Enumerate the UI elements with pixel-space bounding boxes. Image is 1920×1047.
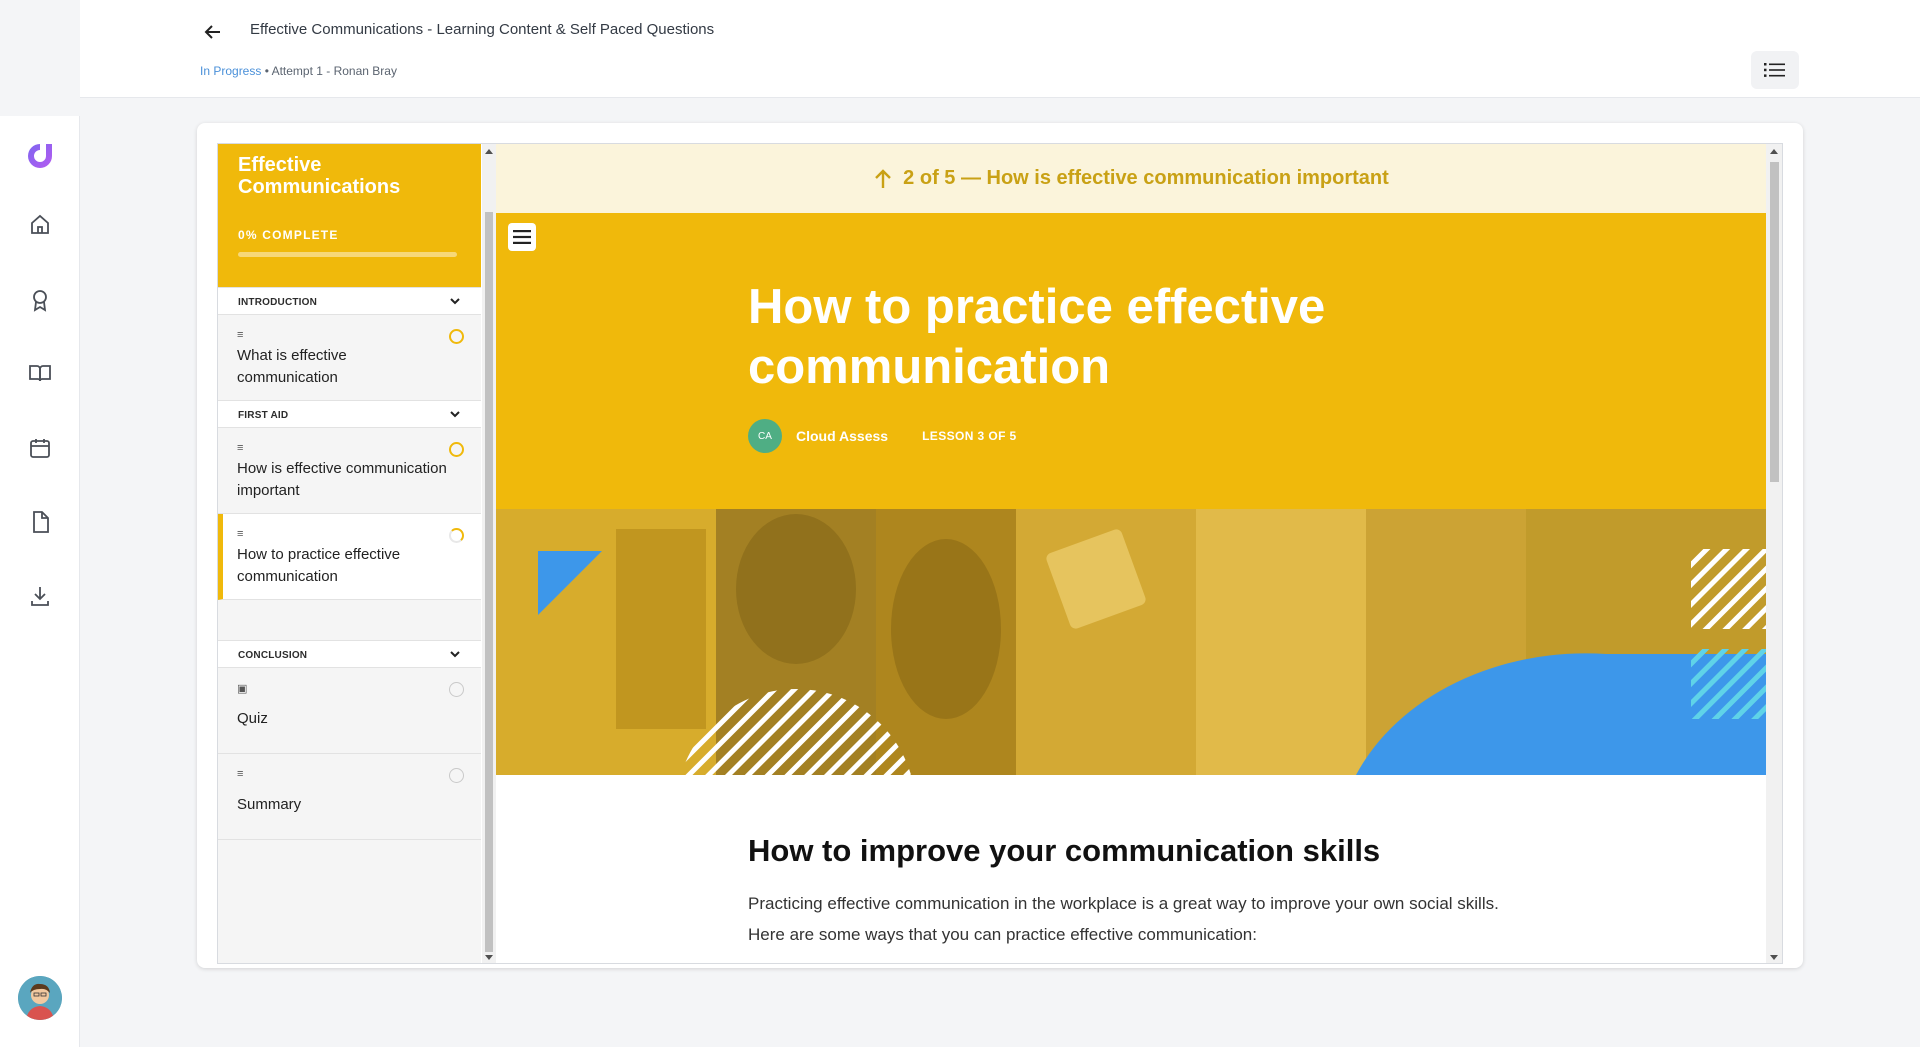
lesson-title: How is effective communication important: [237, 460, 447, 499]
chevron-down-icon: [450, 651, 460, 658]
in-progress-icon: [449, 442, 464, 457]
previous-lesson-link[interactable]: 2 of 5 — How is effective communication …: [496, 144, 1766, 213]
course-frame: Effective Communications 0% COMPLETE INT…: [217, 143, 1783, 964]
calendar-icon[interactable]: [25, 433, 55, 463]
content-scrollbar[interactable]: [1766, 144, 1782, 963]
course-sidebar: Effective Communications 0% COMPLETE INT…: [218, 144, 481, 963]
lesson-banner-image: [496, 509, 1766, 775]
text-lesson-icon: ≡: [237, 528, 244, 540]
progress-label: 0% COMPLETE: [238, 228, 339, 242]
user-avatar[interactable]: [18, 976, 62, 1020]
lesson-item-active[interactable]: ≡ How to practice effective communicatio…: [218, 514, 481, 600]
lesson-item[interactable]: ≡ How is effective communication importa…: [218, 428, 481, 514]
back-button[interactable]: [198, 17, 228, 47]
arrow-up-icon: [875, 168, 892, 188]
text-lesson-icon: ≡: [237, 442, 244, 454]
section-conclusion[interactable]: CONCLUSION: [218, 640, 481, 668]
quiz-icon: ▣: [237, 683, 248, 695]
top-header: Effective Communications - Learning Cont…: [80, 0, 1920, 98]
author-avatar: CA: [748, 419, 782, 453]
home-icon[interactable]: [25, 210, 55, 240]
attempt-info: • Attempt 1 - Ronan Bray: [261, 64, 397, 78]
lesson-content: 2 of 5 — How is effective communication …: [496, 144, 1766, 963]
in-progress-icon: [449, 329, 464, 344]
arrow-left-icon: [204, 25, 220, 39]
status-label: In Progress: [200, 64, 262, 78]
course-title: Effective Communications: [238, 154, 401, 198]
book-icon[interactable]: [25, 358, 55, 388]
scroll-down-icon[interactable]: [1770, 955, 1778, 960]
award-icon[interactable]: [25, 285, 55, 315]
chevron-down-icon: [450, 298, 460, 305]
lesson-item[interactable]: ▣ Quiz: [218, 668, 481, 754]
author-name: Cloud Assess: [796, 428, 889, 444]
sidebar-scroll-thumb[interactable]: [485, 212, 493, 952]
text-lesson-icon: ≡: [237, 329, 244, 341]
logo-icon[interactable]: [22, 138, 58, 174]
chevron-down-icon: [450, 411, 460, 418]
scroll-up-icon[interactable]: [1770, 149, 1778, 154]
scroll-up-icon[interactable]: [485, 149, 493, 154]
in-progress-icon: [449, 528, 464, 543]
lesson-title: Quiz: [237, 710, 268, 727]
page-title: Effective Communications - Learning Cont…: [250, 21, 715, 38]
section-paragraph: Practicing effective communication in th…: [748, 894, 1499, 944]
menu-toggle-button[interactable]: [508, 223, 536, 251]
text-lesson-icon: ≡: [237, 768, 244, 780]
lesson-heading: How to practice effective communication: [748, 280, 1326, 394]
lesson-title: Summary: [237, 796, 302, 813]
lesson-counter: LESSON 3 OF 5: [922, 429, 1017, 443]
outline-menu-button[interactable]: [1751, 51, 1799, 89]
section-label: INTRODUCTION: [238, 297, 318, 308]
not-started-icon: [449, 682, 464, 697]
course-header: Effective Communications 0% COMPLETE: [218, 144, 481, 287]
previous-lesson-label: 2 of 5 — How is effective communication …: [903, 167, 1389, 189]
list-icon: [1764, 63, 1785, 77]
content-card: Effective Communications 0% COMPLETE INT…: [197, 123, 1803, 968]
lesson-item[interactable]: ≡ Summary: [218, 754, 481, 840]
download-icon[interactable]: [25, 581, 55, 611]
lesson-title: What is effective communication: [237, 347, 347, 386]
attempt-meta: In Progress • Attempt 1 - Ronan Bray: [200, 64, 397, 78]
rail-top-area: [0, 0, 80, 116]
not-started-icon: [449, 768, 464, 783]
document-icon[interactable]: [25, 507, 55, 537]
progress-bar: [238, 252, 457, 257]
section-heading: How to improve your communication skills: [748, 833, 1381, 868]
section-label: CONCLUSION: [238, 650, 308, 661]
left-rail: [0, 0, 80, 1047]
content-scroll-thumb[interactable]: [1770, 162, 1779, 482]
sidebar-scrollbar[interactable]: [482, 144, 496, 963]
lesson-author: CA Cloud Assess LESSON 3 OF 5: [748, 419, 1017, 453]
hamburger-icon: [513, 230, 531, 244]
section-introduction[interactable]: INTRODUCTION: [218, 287, 481, 315]
lesson-hero: How to practice effective communication …: [496, 213, 1766, 509]
section-label: FIRST AID: [238, 410, 289, 421]
lesson-item[interactable]: ≡ What is effective communication: [218, 315, 481, 401]
lesson-title: How to practice effective communication: [237, 546, 401, 585]
section-first-aid[interactable]: FIRST AID: [218, 400, 481, 428]
scroll-down-icon[interactable]: [485, 955, 493, 960]
